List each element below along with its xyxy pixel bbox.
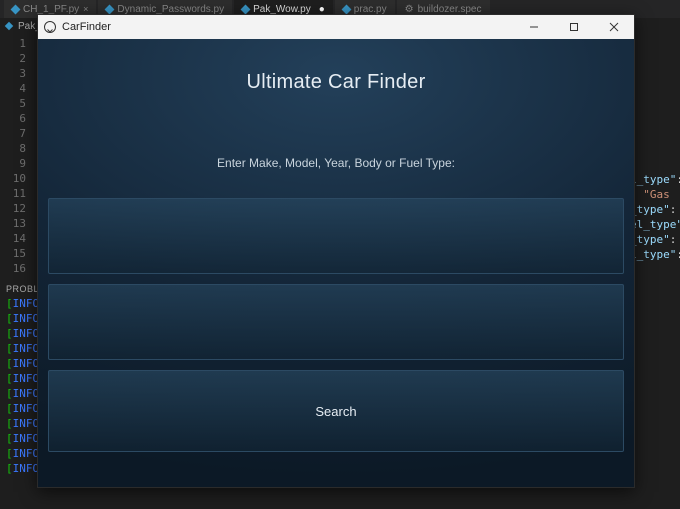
python-file-icon xyxy=(241,4,251,14)
code-fragment: l_type":: "Gas_type": "Hel_type"_type": … xyxy=(630,172,680,262)
close-icon[interactable]: × xyxy=(83,4,88,14)
search-input-1[interactable] xyxy=(48,198,624,274)
python-file-icon xyxy=(341,4,351,14)
window-maximize-button[interactable] xyxy=(554,15,594,39)
search-input-2[interactable] xyxy=(48,284,624,360)
magnifier-icon xyxy=(44,21,56,33)
python-file-icon xyxy=(5,22,13,30)
python-file-icon xyxy=(105,4,115,14)
app-title: Ultimate Car Finder xyxy=(48,71,624,94)
carfinder-window: CarFinder Ultimate Car Finder Enter Make… xyxy=(37,14,635,488)
window-minimize-button[interactable] xyxy=(514,15,554,39)
carfinder-app: Ultimate Car Finder Enter Make, Model, Y… xyxy=(38,39,634,487)
search-button-label: Search xyxy=(315,404,356,419)
python-file-icon xyxy=(11,4,21,14)
window-close-button[interactable] xyxy=(594,15,634,39)
gear-icon: ⚙ xyxy=(405,4,414,15)
search-button[interactable]: Search xyxy=(48,370,624,452)
line-number-gutter: 12345678910111213141516 xyxy=(0,34,34,276)
window-titlebar[interactable]: CarFinder xyxy=(38,15,634,39)
window-title: CarFinder xyxy=(62,21,111,33)
search-prompt-label: Enter Make, Model, Year, Body or Fuel Ty… xyxy=(48,156,624,170)
